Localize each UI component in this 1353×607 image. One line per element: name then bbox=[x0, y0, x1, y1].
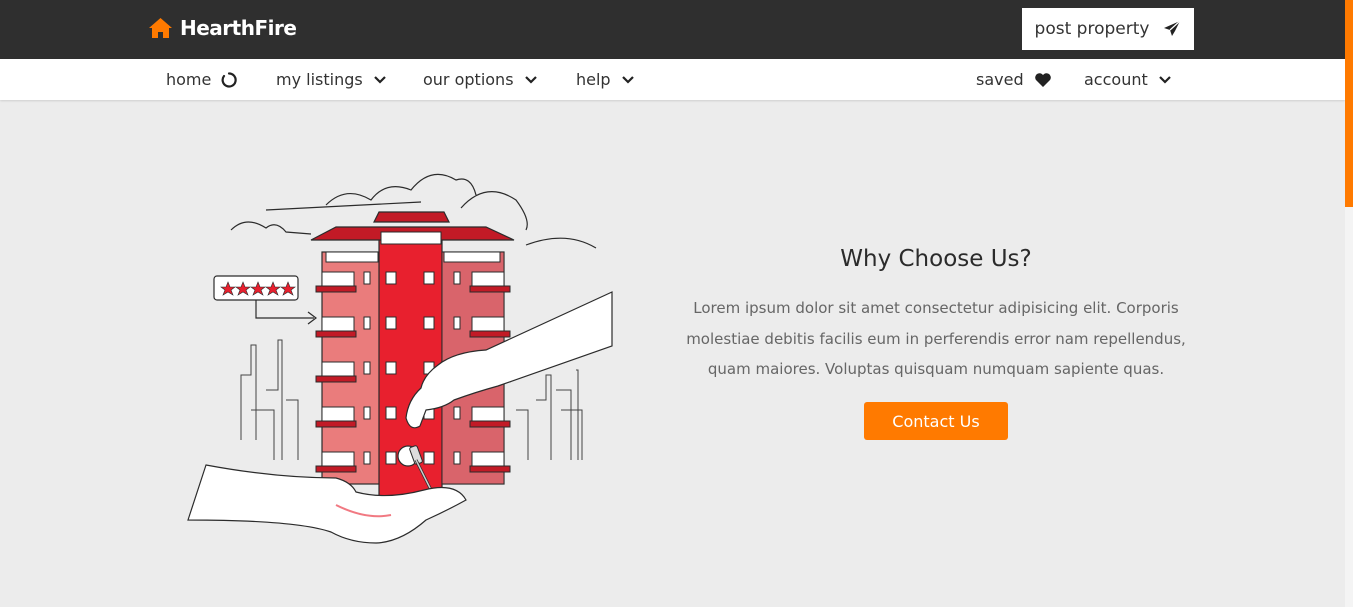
chevron-down-icon bbox=[524, 75, 538, 85]
home-icon bbox=[148, 17, 173, 39]
nav-our-options[interactable]: our options bbox=[423, 59, 538, 100]
scrollbar-thumb[interactable] bbox=[1345, 0, 1353, 207]
brand-logo[interactable]: HearthFire bbox=[148, 16, 297, 40]
contact-us-button[interactable]: Contact Us bbox=[864, 402, 1008, 440]
brand-name: HearthFire bbox=[180, 16, 297, 40]
top-bar: HearthFire post property bbox=[0, 0, 1345, 59]
building-illustration bbox=[186, 160, 616, 555]
nav-help[interactable]: help bbox=[576, 59, 635, 100]
nav-saved-label: saved bbox=[976, 70, 1024, 89]
main-nav: home my listings our options help saved … bbox=[0, 59, 1345, 100]
nav-home-label: home bbox=[166, 70, 212, 89]
nav-help-label: help bbox=[576, 70, 611, 89]
post-property-label: post property bbox=[1034, 19, 1150, 39]
chevron-down-icon bbox=[373, 75, 387, 85]
why-choose-us-text: Lorem ipsum dolor sit amet consectetur a… bbox=[686, 299, 1186, 378]
chevron-down-icon bbox=[621, 75, 635, 85]
post-property-button[interactable]: post property bbox=[1022, 8, 1194, 50]
nav-saved[interactable]: saved bbox=[976, 59, 1052, 100]
page-scrollbar[interactable] bbox=[1345, 0, 1353, 607]
nav-our-options-label: our options bbox=[423, 70, 514, 89]
nav-home[interactable]: home bbox=[166, 59, 238, 100]
heart-icon bbox=[1034, 72, 1052, 88]
nav-my-listings[interactable]: my listings bbox=[276, 59, 387, 100]
nav-account[interactable]: account bbox=[1084, 59, 1172, 100]
chevron-down-icon bbox=[1158, 75, 1172, 85]
paper-plane-icon bbox=[1163, 20, 1181, 38]
loader-icon bbox=[221, 71, 238, 88]
why-choose-us-title: Why Choose Us? bbox=[840, 246, 1032, 272]
nav-account-label: account bbox=[1084, 70, 1148, 89]
nav-my-listings-label: my listings bbox=[276, 70, 363, 89]
